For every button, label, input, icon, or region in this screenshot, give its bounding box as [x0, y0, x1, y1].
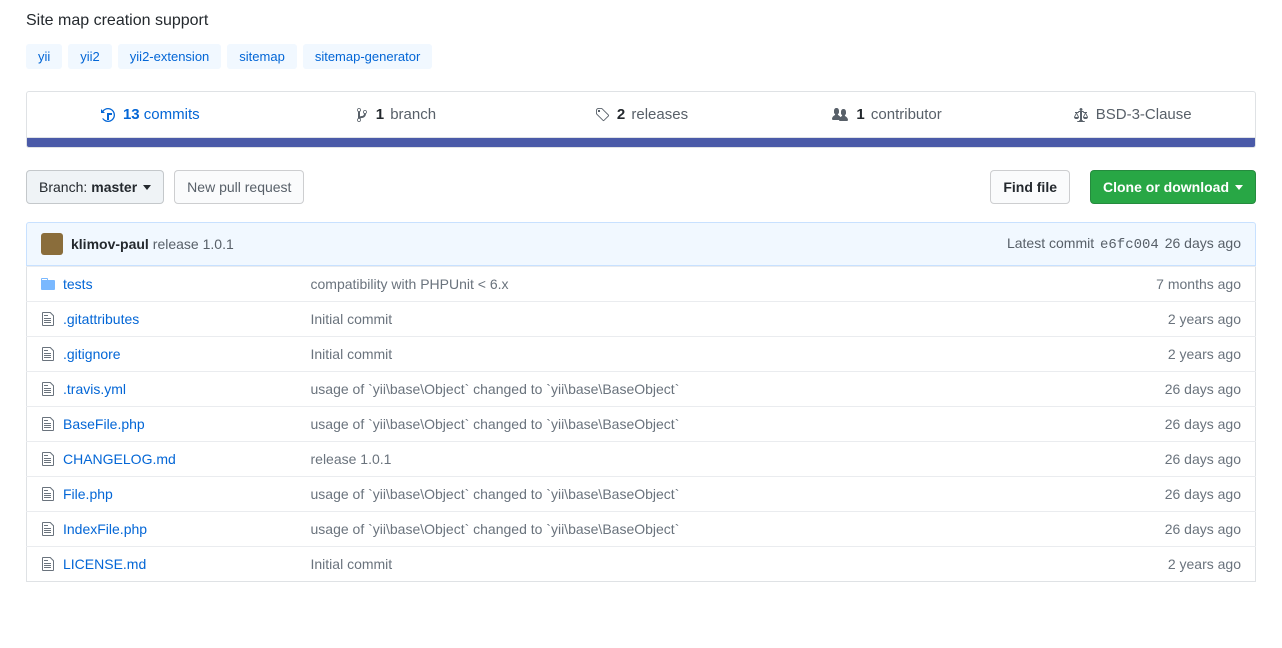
- table-row: .travis.yml usage of `yii\base\Object` ch…: [27, 372, 1256, 407]
- file-age: 2 years ago: [1116, 547, 1256, 582]
- file-age: 7 months ago: [1116, 267, 1256, 302]
- commits-label: commits: [144, 106, 200, 123]
- table-row: LICENSE.md Initial commit2 years ago: [27, 547, 1256, 582]
- folder-icon: [41, 276, 55, 292]
- repo-description: Site map creation support: [26, 12, 1256, 30]
- file-age: 2 years ago: [1116, 302, 1256, 337]
- table-row: CHANGELOG.md release 1.0.126 days ago: [27, 442, 1256, 477]
- language-bar[interactable]: [26, 138, 1256, 148]
- file-icon: [41, 346, 55, 362]
- file-age: 26 days ago: [1116, 407, 1256, 442]
- contributors-label: contributor: [871, 106, 942, 123]
- file-icon: [41, 381, 55, 397]
- history-icon: [100, 107, 116, 123]
- commit-message-cell[interactable]: usage of `yii\base\Object` changed to `y…: [297, 512, 1116, 547]
- caret-down-icon: [1235, 185, 1243, 190]
- topics-list: yiiyii2yii2-extensionsitemapsitemap-gene…: [26, 44, 1256, 69]
- contributors-link[interactable]: 1 contributor: [764, 92, 1010, 137]
- file-icon: [41, 416, 55, 432]
- branch-select-button[interactable]: Branch: master: [26, 170, 164, 204]
- table-row: IndexFile.php usage of `yii\base\Object` …: [27, 512, 1256, 547]
- table-row: .gitignore Initial commit2 years ago: [27, 337, 1256, 372]
- file-link[interactable]: .gitattributes: [63, 311, 139, 327]
- license-link[interactable]: BSD-3-Clause: [1009, 92, 1255, 137]
- table-row: .gitattributes Initial commit2 years ago: [27, 302, 1256, 337]
- branch-prefix: Branch:: [39, 177, 87, 197]
- commit-message-cell[interactable]: Initial commit: [297, 337, 1116, 372]
- file-age: 26 days ago: [1116, 442, 1256, 477]
- commit-message-cell[interactable]: Initial commit: [297, 302, 1116, 337]
- topic-tag[interactable]: sitemap: [227, 44, 297, 69]
- topic-tag[interactable]: yii: [26, 44, 62, 69]
- file-link[interactable]: .travis.yml: [63, 381, 126, 397]
- topic-tag[interactable]: yii2-extension: [118, 44, 222, 69]
- commit-message-cell[interactable]: compatibility with PHPUnit < 6.x: [297, 267, 1116, 302]
- file-toolbar: Branch: master New pull request Find fil…: [26, 170, 1256, 204]
- file-link[interactable]: File.php: [63, 486, 113, 502]
- releases-count: 2: [617, 106, 625, 123]
- file-icon: [41, 556, 55, 572]
- commits-count: 13: [123, 106, 140, 123]
- commit-hash[interactable]: e6fc004: [1100, 237, 1159, 253]
- file-link[interactable]: tests: [63, 276, 93, 292]
- file-link[interactable]: .gitignore: [63, 346, 121, 362]
- commit-message[interactable]: release 1.0.1: [153, 236, 234, 252]
- latest-commit-bar: klimov-paul release 1.0.1 Latest commit …: [26, 222, 1256, 266]
- releases-label: releases: [631, 106, 688, 123]
- commit-message-cell[interactable]: usage of `yii\base\Object` changed to `y…: [297, 477, 1116, 512]
- avatar[interactable]: [41, 233, 63, 255]
- clone-label: Clone or download: [1103, 177, 1229, 197]
- file-link[interactable]: LICENSE.md: [63, 556, 146, 572]
- branches-label: branch: [390, 106, 436, 123]
- commit-message-cell[interactable]: Initial commit: [297, 547, 1116, 582]
- latest-commit-prefix: Latest commit: [1007, 235, 1094, 251]
- commit-age: 26 days ago: [1165, 235, 1241, 251]
- commit-message-cell[interactable]: usage of `yii\base\Object` changed to `y…: [297, 407, 1116, 442]
- people-icon: [831, 107, 849, 123]
- tag-icon: [594, 107, 610, 123]
- topic-tag[interactable]: yii2: [68, 44, 112, 69]
- contributors-count: 1: [856, 106, 864, 123]
- table-row: BaseFile.php usage of `yii\base\Object` c…: [27, 407, 1256, 442]
- branches-count: 1: [376, 106, 384, 123]
- topic-tag[interactable]: sitemap-generator: [303, 44, 433, 69]
- commit-message-cell[interactable]: release 1.0.1: [297, 442, 1116, 477]
- file-link[interactable]: IndexFile.php: [63, 521, 147, 537]
- file-icon: [41, 486, 55, 502]
- find-file-button[interactable]: Find file: [990, 170, 1070, 204]
- repo-summary-bar: 13 commits 1 branch 2 releases 1 contrib…: [26, 91, 1256, 138]
- branch-icon: [355, 107, 369, 123]
- file-link[interactable]: CHANGELOG.md: [63, 451, 176, 467]
- new-pull-request-button[interactable]: New pull request: [174, 170, 304, 204]
- clone-download-button[interactable]: Clone or download: [1090, 170, 1256, 204]
- file-link[interactable]: BaseFile.php: [63, 416, 145, 432]
- commit-message-cell[interactable]: usage of `yii\base\Object` changed to `y…: [297, 372, 1116, 407]
- file-icon: [41, 521, 55, 537]
- file-age: 26 days ago: [1116, 372, 1256, 407]
- file-icon: [41, 311, 55, 327]
- branch-name: master: [91, 177, 137, 197]
- file-age: 2 years ago: [1116, 337, 1256, 372]
- file-icon: [41, 451, 55, 467]
- table-row: tests compatibility with PHPUnit < 6.x7 m…: [27, 267, 1256, 302]
- file-age: 26 days ago: [1116, 477, 1256, 512]
- caret-down-icon: [143, 185, 151, 190]
- commits-link[interactable]: 13 commits: [27, 92, 273, 137]
- releases-link[interactable]: 2 releases: [518, 92, 764, 137]
- license-label: BSD-3-Clause: [1096, 106, 1192, 123]
- file-age: 26 days ago: [1116, 512, 1256, 547]
- branches-link[interactable]: 1 branch: [273, 92, 519, 137]
- law-icon: [1073, 107, 1089, 123]
- file-list-table: tests compatibility with PHPUnit < 6.x7 m…: [26, 266, 1256, 582]
- commit-author[interactable]: klimov-paul: [71, 236, 149, 252]
- table-row: File.php usage of `yii\base\Object` chang…: [27, 477, 1256, 512]
